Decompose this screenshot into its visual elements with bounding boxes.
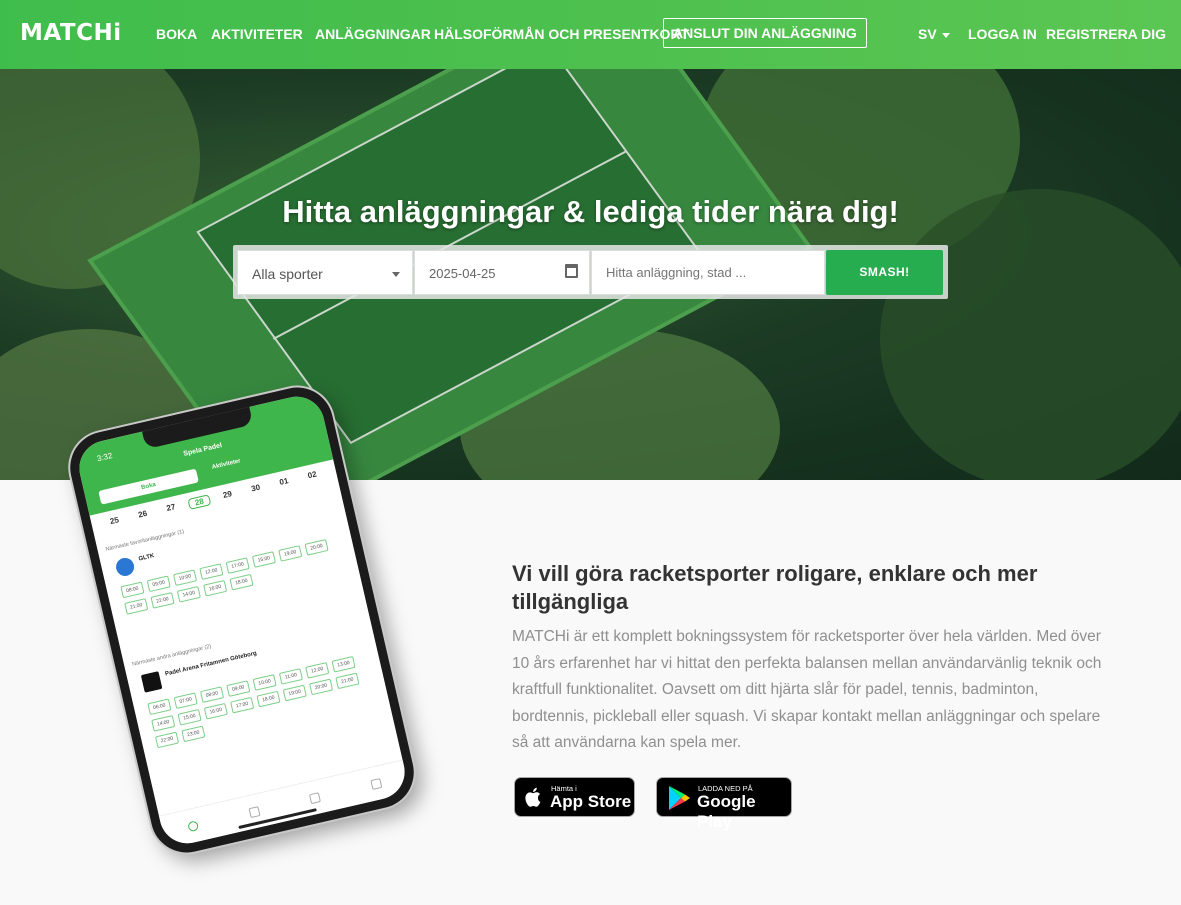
app-day: 26 (137, 508, 148, 520)
app-day: 30 (250, 482, 262, 494)
time-slot: 06:00 (147, 698, 172, 716)
top-navbar: MATCHi BOKA AKTIVITETER ANLÄGGNINGAR HÄL… (0, 0, 1181, 69)
time-slot: 17:00 (230, 696, 255, 714)
time-slot: 19:00 (282, 684, 307, 702)
login-link[interactable]: LOGGA IN (968, 26, 1037, 42)
bookings-icon (309, 791, 322, 804)
time-slot: 21:00 (335, 672, 360, 690)
time-slot: 13:00 (331, 655, 356, 673)
search-input[interactable] (591, 250, 825, 295)
google-play-button[interactable]: LADDA NED PÅ Google Play (656, 777, 792, 831)
google-play-icon (669, 786, 690, 810)
time-slot: 22:00 (150, 592, 175, 609)
time-slot: 15:00 (251, 551, 277, 568)
app-day-selected: 28 (187, 494, 212, 510)
time-slot: 17:00 (225, 557, 250, 574)
home-icon (248, 805, 261, 818)
time-slot: 12:00 (305, 662, 330, 679)
app-day: 01 (278, 476, 290, 487)
chevron-down-icon (941, 32, 950, 38)
register-link[interactable]: REGISTRERA DIG (1046, 26, 1166, 42)
chevron-down-icon (392, 272, 400, 277)
time-slot: 21:00 (124, 598, 149, 615)
hero-title: Hitta anläggningar & lediga tider nära d… (282, 194, 899, 229)
time-slot: 15:00 (177, 708, 202, 726)
nav-boka[interactable]: BOKA (156, 26, 197, 42)
app-tab-aktiviteter: Aktiviteter (211, 458, 242, 471)
time-slot: 12:00 (199, 563, 224, 580)
google-play-label: Google Play (697, 792, 756, 831)
smash-button[interactable]: SMASH! (826, 250, 943, 295)
nav-halsoforman[interactable]: HÄLSOFÖRMÅN OCH PRESENTKORT (434, 26, 689, 42)
connect-facility-button[interactable]: ANSLUT DIN ANLÄGGNING (663, 18, 867, 48)
section-heading: Vi vill göra racketsporter roligare, enk… (512, 561, 1038, 614)
time-slot: 14:00 (176, 585, 201, 603)
time-slot: 19:00 (278, 545, 303, 562)
time-slot: 09:00 (226, 680, 251, 697)
app-store-label: App Store (550, 792, 632, 811)
time-slot: 10:00 (252, 674, 277, 691)
time-slot: 18:00 (256, 690, 281, 708)
time-slot: 20:00 (304, 539, 329, 556)
app-day: 27 (165, 502, 177, 514)
language-dropdown[interactable]: SV (918, 26, 950, 42)
profile-icon (369, 777, 382, 790)
time-slot: 11:00 (278, 668, 304, 685)
app-day: 29 (222, 489, 233, 500)
play-icon (187, 819, 200, 832)
nav-anlaggningar[interactable]: ANLÄGGNINGAR (315, 26, 431, 42)
matchi-logo[interactable]: MATCHi (20, 20, 122, 46)
date-value: 2025-04-25 (429, 266, 496, 281)
apple-icon (525, 787, 541, 807)
time-slot: 14:00 (151, 715, 176, 732)
time-slot: 10:00 (172, 569, 198, 587)
venue-logo-icon (140, 671, 163, 693)
sport-select[interactable]: Alla sporter (237, 250, 413, 295)
app-day: 25 (109, 515, 120, 527)
calendar-icon (565, 264, 578, 278)
venue-logo-icon (114, 556, 136, 578)
app-store-button[interactable]: Hämta i App Store (514, 777, 635, 817)
time-slot: 23:00 (181, 725, 206, 743)
nav-aktiviteter[interactable]: AKTIVITETER (211, 26, 303, 42)
time-slot: 07:00 (173, 692, 198, 710)
venue-name: GLTK (138, 553, 155, 563)
language-label: SV (918, 26, 937, 42)
time-slot: 20:00 (309, 678, 334, 696)
app-time: 3:32 (96, 451, 114, 464)
search-bar: Alla sporter 2025-04-25 SMASH! (233, 245, 948, 299)
time-slot: 16:00 (203, 702, 228, 720)
time-slot: 08:00 (199, 686, 225, 703)
time-slot: 08:00 (120, 581, 145, 599)
sport-select-value: Alla sporter (252, 266, 323, 282)
time-slot: 16:00 (203, 579, 228, 597)
time-slot: 18:00 (229, 573, 254, 591)
app-day: 02 (306, 469, 318, 481)
date-picker[interactable]: 2025-04-25 (414, 250, 590, 295)
time-slot: 22:00 (154, 731, 180, 749)
section-paragraph: MATCHi är ett komplett bokningssystem fö… (512, 628, 1102, 751)
time-slot: 09:00 (146, 575, 171, 593)
